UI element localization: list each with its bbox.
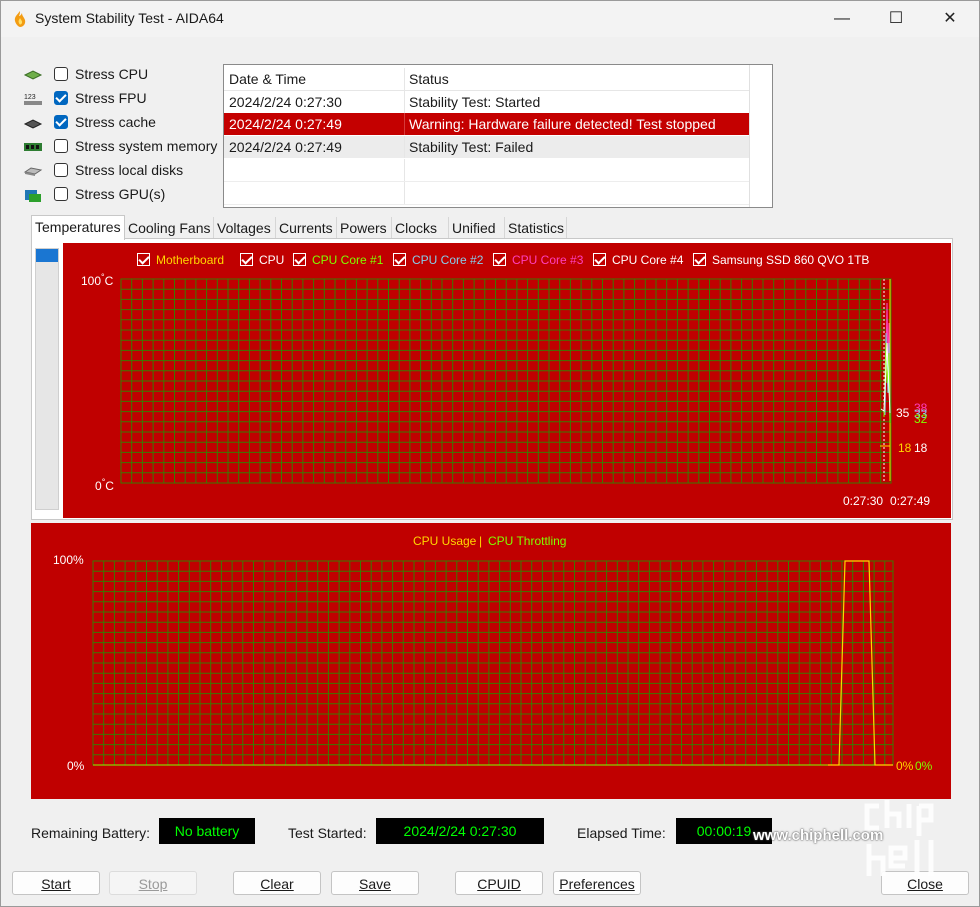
usage-grid [92, 560, 894, 766]
svg-text:123: 123 [24, 94, 36, 101]
column-separator[interactable] [404, 68, 405, 90]
stop-button[interactable]: Stop [109, 871, 197, 895]
tab-currents[interactable]: Currents [276, 217, 337, 239]
stress-gpu-checkbox[interactable] [54, 187, 68, 201]
aida64-window: System Stability Test - AIDA64 — ☐ ✕ Str… [0, 0, 980, 907]
usage-plot [92, 560, 894, 766]
log-status: Warning: Hardware failure detected! Test… [409, 116, 716, 132]
stress-cpu-label: Stress CPU [75, 66, 149, 82]
tab-voltages[interactable]: Voltages [214, 217, 276, 239]
stress-gpu-label: Stress GPU(s) [75, 186, 166, 202]
test-started-value: 2024/2/24 0:27:30 [376, 818, 544, 844]
memory-module-icon [24, 143, 42, 151]
stress-cache-checkbox[interactable] [54, 115, 68, 129]
log-status: Stability Test: Failed [409, 139, 534, 155]
log-row[interactable]: 2024/2/24 0:27:49 Stability Test: Failed [224, 136, 749, 158]
header-date-time[interactable]: Date & Time [229, 71, 306, 87]
column-separator [404, 136, 405, 158]
log-row-warning[interactable]: 2024/2/24 0:27:49 Warning: Hardware fail… [224, 113, 749, 135]
maximize-button[interactable]: ☐ [873, 1, 919, 37]
log-header-row: Date & Time Status [224, 68, 749, 91]
stress-memory-option[interactable]: Stress system memory [23, 136, 223, 158]
tab-cooling-fans[interactable]: Cooling Fans [125, 217, 214, 239]
temperature-graph: Motherboard CPU CPU Core #1 CPU Core #2 … [63, 243, 951, 518]
temperatures-pane: Motherboard CPU CPU Core #1 CPU Core #2 … [31, 238, 953, 520]
stress-cache-label: Stress cache [75, 114, 156, 130]
stress-gpu-option[interactable]: Stress GPU(s) [23, 184, 223, 206]
test-started-label: Test Started: [288, 825, 367, 841]
watermark-url: www.chiphell.com [753, 827, 884, 844]
stress-cache-option[interactable]: Stress cache [23, 112, 223, 134]
temperature-plot [120, 278, 892, 484]
stress-fpu-option[interactable]: 123 Stress FPU [23, 88, 223, 110]
log-row[interactable]: 2024/2/24 0:27:30 Stability Test: Starte… [224, 91, 749, 113]
elapsed-time-label: Elapsed Time: [577, 825, 666, 841]
log-datetime: 2024/2/24 0:27:49 [229, 116, 342, 132]
column-separator [404, 91, 405, 113]
close-window-button[interactable]: ✕ [927, 1, 973, 37]
graph-scroll-slider[interactable] [35, 248, 59, 510]
column-separator [404, 113, 405, 135]
event-log-list[interactable]: Date & Time Status 2024/2/24 0:27:30 Sta… [223, 64, 773, 208]
stress-cpu-checkbox[interactable] [54, 67, 68, 81]
tab-unified[interactable]: Unified [449, 217, 505, 239]
stress-memory-checkbox[interactable] [54, 139, 68, 153]
preferences-button[interactable]: Preferences [553, 871, 641, 895]
fpu-123-icon: 123 [24, 94, 42, 105]
cpu-usage-graph: CPU Usage | CPU Throttling 100% 0% 0% 0% [31, 523, 951, 799]
minimize-button[interactable]: — [819, 1, 865, 37]
cpuid-button[interactable]: CPUID [455, 871, 543, 895]
battery-label: Remaining Battery: [31, 825, 151, 841]
client-area: Stress CPU 123 Stress FPU Stress cache S… [11, 39, 969, 897]
stress-cpu-option[interactable]: Stress CPU [23, 64, 223, 86]
start-button[interactable]: Start [12, 871, 100, 895]
log-status: Stability Test: Started [409, 94, 541, 110]
log-scrollbar[interactable] [749, 65, 772, 207]
stress-disks-checkbox[interactable] [54, 163, 68, 177]
header-status[interactable]: Status [409, 71, 449, 87]
clear-button[interactable]: Clear [233, 871, 321, 895]
tab-temperatures[interactable]: Temperatures [31, 215, 125, 240]
stress-fpu-checkbox[interactable] [54, 91, 68, 105]
battery-value: No battery [159, 818, 255, 844]
aida64-flame-icon [14, 11, 26, 27]
stress-disks-label: Stress local disks [75, 162, 184, 178]
log-datetime: 2024/2/24 0:27:49 [229, 139, 342, 155]
log-empty-row [224, 182, 749, 205]
window-title: System Stability Test - AIDA64 [35, 10, 224, 26]
stress-disks-option[interactable]: Stress local disks [23, 160, 223, 182]
log-datetime: 2024/2/24 0:27:30 [229, 94, 342, 110]
tab-clocks[interactable]: Clocks [392, 217, 449, 239]
slider-thumb[interactable] [36, 249, 58, 262]
save-button[interactable]: Save [331, 871, 419, 895]
disk-drive-icon [23, 167, 43, 176]
log-empty-row [224, 159, 749, 182]
gpu-card-icon [25, 190, 41, 202]
tab-statistics[interactable]: Statistics [505, 217, 567, 239]
stress-fpu-label: Stress FPU [75, 90, 147, 106]
cpu-chip-icon [23, 70, 43, 80]
tab-powers[interactable]: Powers [337, 217, 392, 239]
temperature-grid [120, 278, 892, 484]
stress-memory-label: Stress system memory [75, 138, 218, 154]
cache-chip-icon [23, 119, 43, 129]
title-bar[interactable]: System Stability Test - AIDA64 — ☐ ✕ [1, 1, 979, 37]
